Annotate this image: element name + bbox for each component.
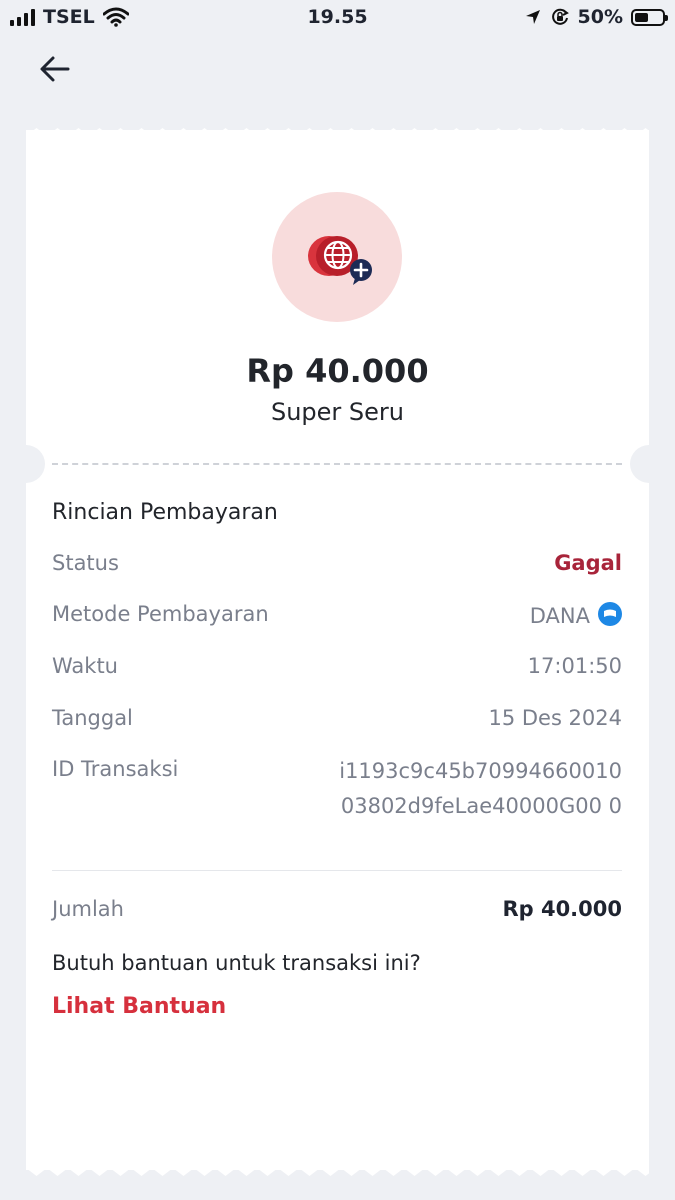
battery-icon xyxy=(631,8,668,26)
dana-logo-icon xyxy=(598,602,622,626)
help-link[interactable]: Lihat Bantuan xyxy=(52,994,226,1019)
arrow-left-icon xyxy=(40,56,70,82)
status-bar-right: 50% xyxy=(524,6,668,28)
product-icon-badge xyxy=(272,192,402,322)
globe-plus-icon xyxy=(308,236,372,285)
time-value: 17:01:50 xyxy=(527,654,622,678)
total-divider xyxy=(52,870,622,871)
location-arrow-icon xyxy=(525,10,540,24)
payment-method-label: Metode Pembayaran xyxy=(52,602,269,626)
total-label: Jumlah xyxy=(52,897,124,921)
total-value: Rp 40.000 xyxy=(502,897,622,921)
section-title: Rincian Pembayaran xyxy=(52,500,278,525)
status-label: Status xyxy=(52,551,119,575)
payment-method-value: DANA xyxy=(530,602,622,628)
transaction-id-value: i1193c9c45b70994660010 03802d9feLae40000… xyxy=(339,759,622,818)
time-label: Waktu xyxy=(52,654,118,678)
receipt-top-edge xyxy=(26,128,649,144)
battery-percent: 50% xyxy=(577,6,623,28)
receipt-notch-right xyxy=(630,445,668,483)
payment-method-name: DANA xyxy=(529,604,590,628)
dashed-divider xyxy=(52,463,622,465)
product-name: Super Seru xyxy=(270,398,405,426)
back-button[interactable] xyxy=(38,52,72,86)
status-value: Gagal xyxy=(554,551,622,575)
receipt-bottom-edge xyxy=(26,1160,649,1176)
date-label: Tanggal xyxy=(52,706,133,730)
status-bar: TSEL 19.55 50% xyxy=(0,0,675,36)
receipt-notch-left xyxy=(7,445,45,483)
transaction-amount: Rp 40.000 xyxy=(246,352,429,390)
rotation-lock-icon xyxy=(551,8,569,25)
date-value: 15 Des 2024 xyxy=(488,706,622,730)
transaction-id-label: ID Transaksi xyxy=(52,757,179,781)
help-question: Butuh bantuan untuk transaksi ini? xyxy=(52,951,421,975)
